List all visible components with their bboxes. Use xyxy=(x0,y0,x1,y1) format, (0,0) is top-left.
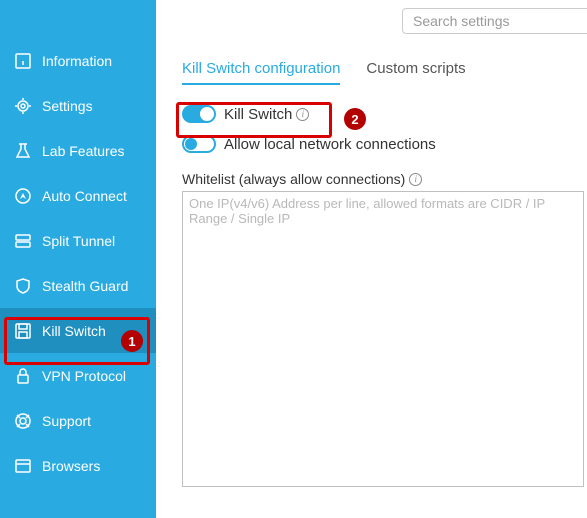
tabs: Kill Switch configuration Custom scripts xyxy=(182,60,584,85)
info-icon[interactable]: i xyxy=(409,173,422,186)
sidebar-item-settings[interactable]: Settings xyxy=(0,83,156,128)
sidebar-item-label: Lab Features xyxy=(42,143,125,159)
search-wrap xyxy=(402,8,587,34)
whitelist-label-row: Whitelist (always allow connections) i xyxy=(182,171,584,187)
whitelist-label: Whitelist (always allow connections) xyxy=(182,171,405,187)
layers-icon xyxy=(14,232,32,250)
lifebuoy-icon xyxy=(14,412,32,430)
save-icon xyxy=(14,322,32,340)
sidebar-item-label: Browsers xyxy=(42,458,100,474)
kill-switch-row: Kill Switch i xyxy=(182,105,584,123)
sidebar-item-vpnprotocol[interactable]: VPN Protocol xyxy=(0,353,156,398)
sidebar-item-label: Kill Switch xyxy=(42,323,106,339)
sidebar-item-autoconnect[interactable]: Auto Connect xyxy=(0,173,156,218)
allow-local-label: Allow local network connections xyxy=(224,136,436,153)
sidebar-item-label: Support xyxy=(42,413,91,429)
lock-icon xyxy=(14,367,32,385)
allow-local-toggle[interactable] xyxy=(182,135,216,153)
sidebar-item-label: Stealth Guard xyxy=(42,278,128,294)
compass-icon xyxy=(14,187,32,205)
allow-local-row: Allow local network connections xyxy=(182,135,584,153)
kill-switch-label: Kill Switch xyxy=(224,106,292,123)
shield-icon xyxy=(14,277,32,295)
sidebar-item-label: Information xyxy=(42,53,112,69)
tab-custom-scripts[interactable]: Custom scripts xyxy=(366,60,465,85)
sidebar-item-browsers[interactable]: Browsers xyxy=(0,443,156,488)
search-input[interactable] xyxy=(402,8,587,34)
browser-icon xyxy=(14,457,32,475)
sidebar: Information Settings Lab Features Auto C… xyxy=(0,0,156,518)
flask-icon xyxy=(14,142,32,160)
sidebar-item-label: Split Tunnel xyxy=(42,233,115,249)
kill-switch-toggle[interactable] xyxy=(182,105,216,123)
sidebar-item-stealthguard[interactable]: Stealth Guard xyxy=(0,263,156,308)
sidebar-item-information[interactable]: Information xyxy=(0,38,156,83)
whitelist-input[interactable] xyxy=(182,191,584,487)
sidebar-item-label: Auto Connect xyxy=(42,188,127,204)
main-content: Kill Switch configuration Custom scripts… xyxy=(156,0,587,518)
gear-icon xyxy=(14,97,32,115)
sidebar-item-label: VPN Protocol xyxy=(42,368,126,384)
sidebar-item-killswitch[interactable]: Kill Switch xyxy=(0,308,156,353)
sidebar-item-lab[interactable]: Lab Features xyxy=(0,128,156,173)
sidebar-item-support[interactable]: Support xyxy=(0,398,156,443)
info-icon[interactable]: i xyxy=(296,108,309,121)
sidebar-item-splittunnel[interactable]: Split Tunnel xyxy=(0,218,156,263)
tab-killswitch-config[interactable]: Kill Switch configuration xyxy=(182,60,340,85)
info-icon xyxy=(14,52,32,70)
sidebar-item-label: Settings xyxy=(42,98,93,114)
